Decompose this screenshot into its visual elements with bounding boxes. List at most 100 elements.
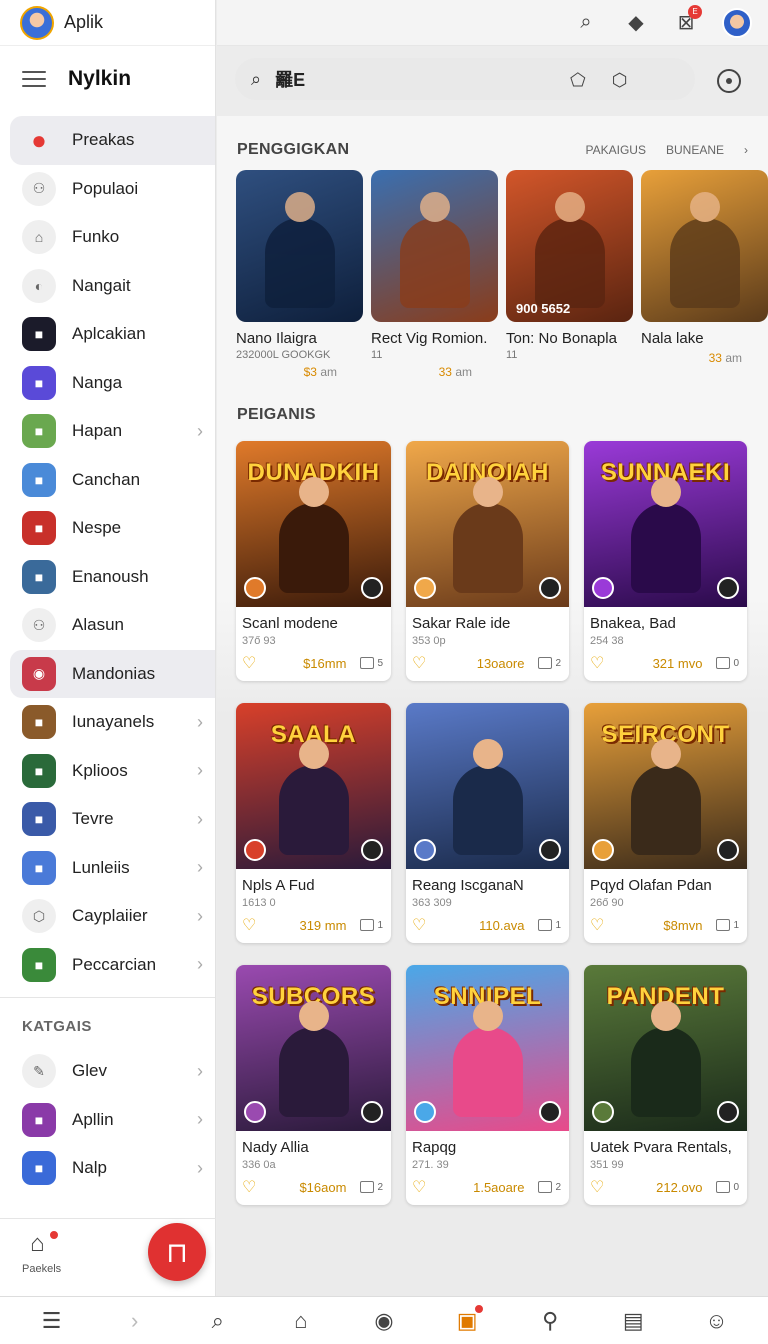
profile-icon[interactable]: ☺ <box>702 1307 730 1335</box>
heart-icon[interactable]: ♡ <box>590 653 604 673</box>
game-card[interactable]: DAINOIAH Sakar Rale ide 353 0p ♡ 13oaore 2 <box>406 441 569 681</box>
compass-icon[interactable]: ◉ <box>370 1307 398 1335</box>
sidebar-item[interactable]: ● Preakas <box>10 116 215 165</box>
sidebar-item[interactable]: ■ Nalp › <box>0 1144 215 1193</box>
sidebar-item[interactable]: ■ Enanoush <box>0 553 215 602</box>
game-card[interactable]: DUNADKIH Scanl modene 37ő 93 ♡ $16mm 5 <box>236 441 391 681</box>
people-icon: ⚇ <box>22 608 56 643</box>
heart-icon[interactable]: ♡ <box>242 653 256 673</box>
sidebar-item[interactable]: ■ Tevre › <box>0 795 215 844</box>
heart-icon[interactable]: ♡ <box>590 915 604 935</box>
home-icon[interactable]: ⌂ <box>287 1307 315 1335</box>
checkbox-icon[interactable] <box>360 1181 375 1193</box>
sidebar-item-label: Kplioos <box>72 760 128 780</box>
sidebar-item[interactable]: ✎ Glev › <box>0 1047 215 1096</box>
heart-icon[interactable]: ♡ <box>412 653 426 673</box>
featured-image <box>371 170 498 322</box>
eraser-icon[interactable]: ◆ <box>622 9 650 37</box>
sidebar-item[interactable]: ■ Nespe <box>0 504 215 553</box>
card-body: Bnakea, Bad 254 38 ♡ 321 mvo 0 <box>584 607 747 673</box>
card-meta: ♡ $16mm 5 <box>242 653 383 673</box>
checkbox-icon[interactable] <box>716 1181 731 1193</box>
heart-icon[interactable]: ♡ <box>412 915 426 935</box>
sidebar-item[interactable]: ■ Canchan <box>0 456 215 505</box>
sidebar-item[interactable]: ■ Kplioos › <box>0 747 215 796</box>
featured-card[interactable]: Nano Ilaigra 232000L GOOKGK $3 am <box>236 170 363 379</box>
list-icon[interactable]: ☰ <box>38 1307 66 1335</box>
card-name: Pqyd Olafan Pdan <box>590 877 712 894</box>
checkbox-icon[interactable] <box>538 1181 553 1193</box>
featured-link[interactable]: PAKAIGUS <box>586 143 646 157</box>
chevron-right-icon[interactable]: › <box>744 143 748 157</box>
checkbox-icon[interactable] <box>360 657 375 669</box>
featured-name: Ton: No Bonapla <box>506 330 617 347</box>
sidebar-item[interactable]: ■ Aplcakian <box>0 310 215 359</box>
menu-title: Nylkin <box>68 67 132 90</box>
featured-card[interactable]: 900 5652 Ton: No Bonapla 11 <box>506 170 633 379</box>
sidebar-item[interactable]: ◉ Mandonias <box>10 649 215 698</box>
featured-card[interactable]: Nala lake 33 am <box>641 170 768 379</box>
checkbox-icon[interactable] <box>716 657 731 669</box>
person-icon[interactable]: ⚲ <box>536 1307 564 1335</box>
game-card[interactable]: SUBCORS Nady Allia 336 0a ♡ $16aom 2 <box>236 965 391 1205</box>
chevron-right-icon: › <box>197 954 203 975</box>
card-count: 2 <box>377 1181 383 1193</box>
checkbox-icon[interactable] <box>538 919 553 931</box>
card-sub: 1613 0 <box>242 897 276 909</box>
app-icon: ■ <box>22 947 56 982</box>
sidebar-item[interactable]: ⚇ Alasun <box>0 601 215 650</box>
gift-icon[interactable]: ⊠ E <box>672 4 702 37</box>
game-card[interactable]: SAALA Npls A Fud 1613 0 ♡ 319 mm 1 <box>236 703 391 943</box>
cart-icon[interactable]: ▤ <box>619 1307 647 1335</box>
platform-badge-icon <box>244 1101 266 1123</box>
floating-action-button[interactable]: ⊓ <box>148 1223 206 1281</box>
card-price: $16aom <box>299 1179 347 1195</box>
target-icon[interactable] <box>717 69 741 93</box>
game-card[interactable]: SNNIPEL Rapqg 271. 39 ♡ 1.5aoare 2 <box>406 965 569 1205</box>
puzzle-icon[interactable]: ⬠ <box>570 70 586 91</box>
sidebar-item[interactable]: ■ Lunleiis › <box>0 844 215 893</box>
sidebar-item[interactable]: ◐ Nangait <box>0 262 215 311</box>
people-icon: ⚇ <box>22 171 56 206</box>
character-figure <box>278 1001 349 1117</box>
card-price: 13oaore <box>476 655 525 671</box>
character-figure <box>630 739 701 855</box>
game-card[interactable]: SEIRCONT Pqyd Olafan Pdan 26ő 90 ♡ $8mvn 1 <box>584 703 747 943</box>
checkbox-icon[interactable] <box>538 657 553 669</box>
featured-price: 33 am <box>641 351 768 365</box>
heart-icon[interactable]: ♡ <box>412 1177 426 1197</box>
chevron-right-icon: › <box>197 420 203 441</box>
tag-icon[interactable]: ⬡ <box>612 70 628 91</box>
game-card[interactable]: Reang IscganaN 363 309 ♡ 110.ava 1 <box>406 703 569 943</box>
sidebar-item[interactable]: ■ Peccarcian › <box>0 941 215 990</box>
chevron-icon[interactable]: › <box>121 1307 149 1335</box>
featured-row: Nano Ilaigra 232000L GOOKGK $3 am Rect Vig … <box>217 170 768 379</box>
game-card[interactable]: PANDENT Uatek Pvara Rentals, 351 99 ♡ 212.ov… <box>584 965 747 1205</box>
avatar[interactable] <box>722 7 752 38</box>
tv-icon[interactable]: ▣ <box>453 1302 486 1335</box>
sidebar-item[interactable]: ⚇ Populaoi <box>0 165 215 214</box>
chevron-right-icon: › <box>197 1060 203 1081</box>
sidebar-item[interactable]: ■ Iunayanels › <box>0 698 215 747</box>
rating-badge-icon <box>717 839 739 861</box>
checkbox-icon[interactable] <box>716 919 731 931</box>
heart-icon[interactable]: ♡ <box>590 1177 604 1197</box>
game-card[interactable]: SUNNAEKI Bnakea, Bad 254 38 ♡ 321 mvo 0 <box>584 441 747 681</box>
sidebar-item[interactable]: ⌂ Funko <box>0 213 215 262</box>
heart-icon[interactable]: ♡ <box>242 1177 256 1197</box>
sidebar-item[interactable]: ■ Nanga <box>0 359 215 408</box>
sidebar-item[interactable]: ⬡ Cayplaiier › <box>0 892 215 941</box>
checkbox-icon[interactable] <box>360 919 375 931</box>
card-body: Sakar Rale ide 353 0p ♡ 13oaore 2 <box>406 607 569 673</box>
featured-card[interactable]: Rect Vig Romion. 11 33 am <box>371 170 498 379</box>
heart-icon[interactable]: ♡ <box>242 915 256 935</box>
card-sub: 353 0p <box>412 635 446 647</box>
platform-badge-icon <box>592 1101 614 1123</box>
search-icon[interactable]: ⌕ <box>572 9 600 37</box>
card-image <box>406 703 569 869</box>
featured-link[interactable]: BUNEANE <box>666 143 724 157</box>
search-icon[interactable]: ⌕ <box>204 1307 232 1335</box>
hamburger-menu-icon[interactable] <box>22 71 46 87</box>
sidebar-item[interactable]: ■ Apllin › <box>0 1096 215 1145</box>
sidebar-item[interactable]: ■ Hapan › <box>0 407 215 456</box>
